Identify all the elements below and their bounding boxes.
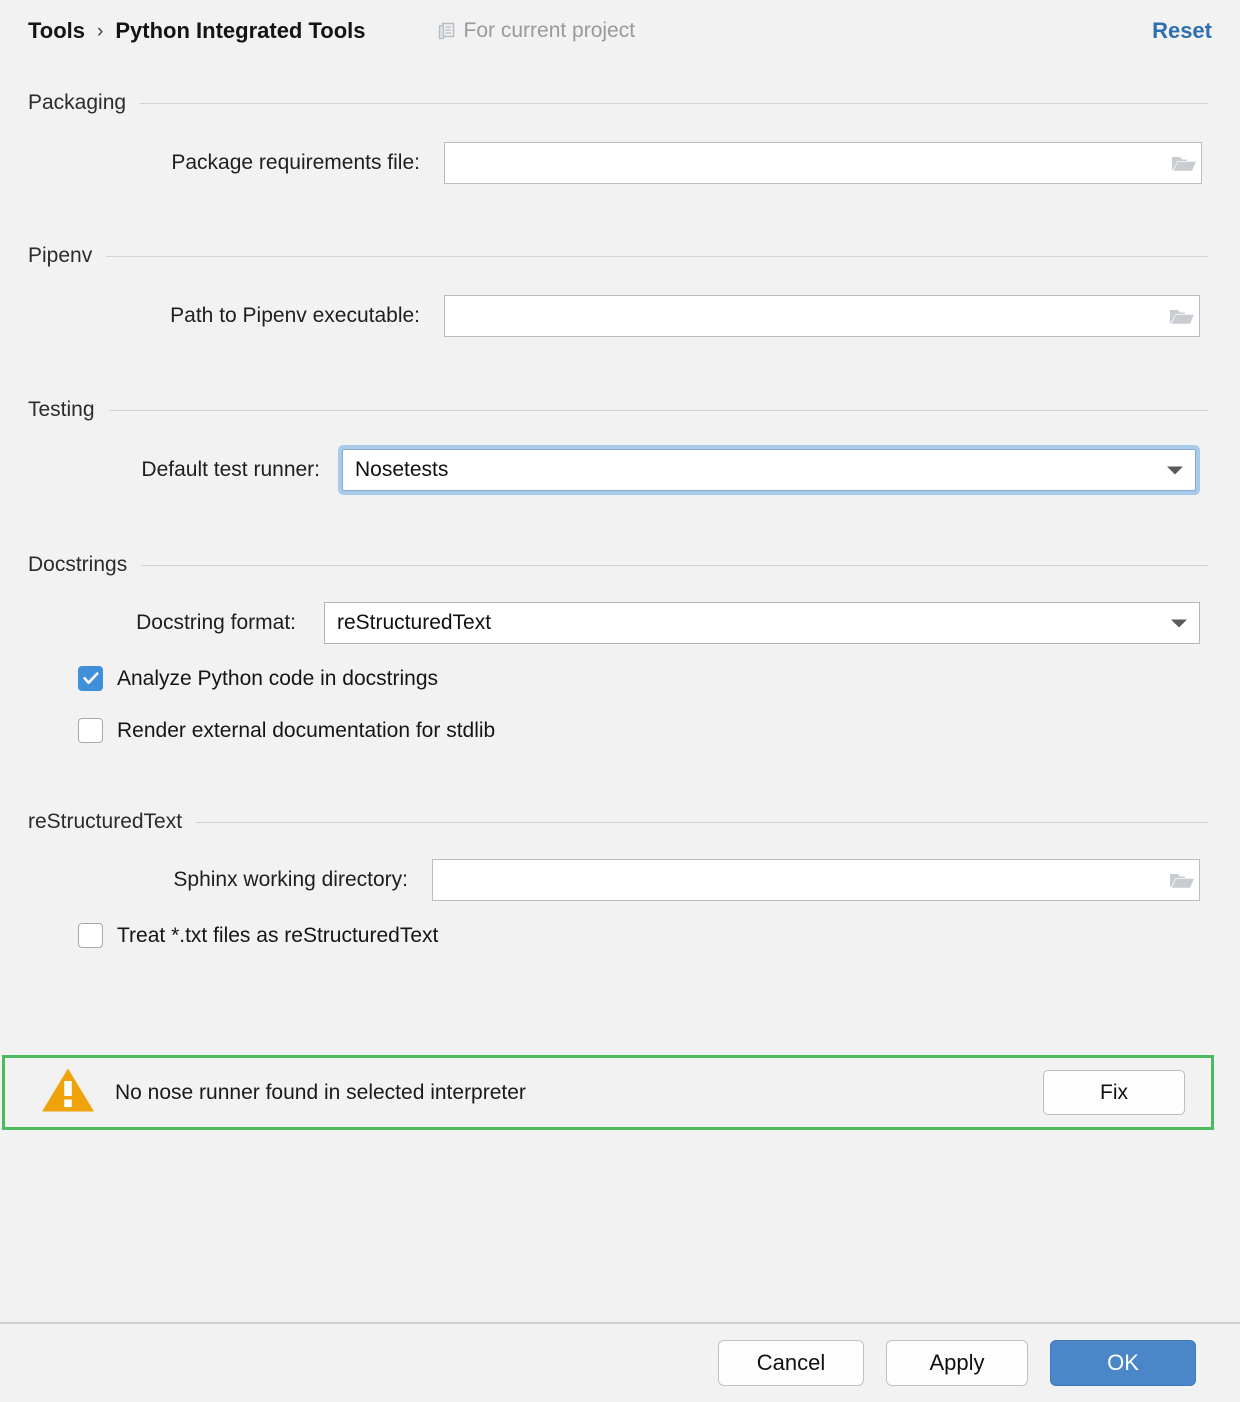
checkbox-render-external-docs-label: Render external documentation for stdlib [117,718,496,742]
section-divider [28,822,1208,823]
chevron-down-icon[interactable] [1159,603,1199,643]
section-restructuredtext-header: reStructuredText [0,807,1240,837]
breadcrumb-separator-icon: › [97,20,104,42]
settings-dialog: Tools › Python Integrated Tools For curr… [0,0,1240,1402]
pipenv-executable-field[interactable] [444,295,1200,337]
folder-icon[interactable] [1167,142,1201,184]
project-scope-icon [438,22,455,40]
warning-banner: No nose runner found in selected interpr… [5,1058,1211,1127]
chevron-down-icon[interactable] [1155,450,1195,490]
default-test-runner-dropdown[interactable]: Nosetests [342,449,1196,491]
checkbox-analyze-python-code[interactable]: Analyze Python code in docstrings [78,666,1240,691]
docstring-format-label: Docstring format: [136,611,296,634]
row-pipenv-executable: Path to Pipenv executable: [0,295,1240,337]
checkbox-analyze-python-code-label: Analyze Python code in docstrings [117,666,439,690]
checkbox-treat-txt-as-rst[interactable]: Treat *.txt files as reStructuredText [78,923,1240,948]
dialog-header: Tools › Python Integrated Tools For curr… [0,0,1240,62]
section-divider [28,256,1208,257]
section-docstrings-header: Docstrings [0,550,1240,580]
folder-icon[interactable] [1165,859,1199,901]
warning-message: No nose runner found in selected interpr… [115,1080,526,1104]
dialog-footer: Cancel Apply OK [0,1324,1240,1402]
section-pipenv-header: Pipenv [0,241,1240,271]
section-pipenv: Pipenv Path to Pipenv executable: [0,241,1240,337]
package-requirements-field[interactable] [444,142,1202,184]
sphinx-working-directory-field[interactable] [432,859,1200,901]
section-testing: Testing Default test runner: Nosetests [0,395,1240,491]
checkbox-treat-txt-as-rst-label: Treat *.txt files as reStructuredText [117,923,439,947]
section-docstrings-title: Docstrings [28,550,142,580]
section-divider [28,565,1208,566]
breadcrumb-leaf: Python Integrated Tools [115,18,366,43]
checkbox-analyze-python-code-box[interactable] [78,666,103,691]
section-packaging: Packaging Package requirements file: [0,88,1240,184]
section-docstrings: Docstrings Docstring format: reStructure… [0,550,1240,743]
breadcrumb-root[interactable]: Tools [28,18,85,44]
row-package-requirements: Package requirements file: [0,142,1240,184]
default-test-runner-label: Default test runner: [141,458,320,481]
row-default-test-runner: Default test runner: Nosetests [0,449,1240,491]
row-docstring-format: Docstring format: reStructuredText [0,602,1240,644]
docstring-format-value: reStructuredText [337,611,492,634]
default-test-runner-value: Nosetests [355,458,449,481]
section-divider [28,103,1208,104]
folder-icon[interactable] [1165,295,1199,337]
pipenv-executable-label: Path to Pipenv executable: [170,304,420,327]
warning-highlight-box: No nose runner found in selected interpr… [2,1055,1214,1130]
fix-button[interactable]: Fix [1043,1070,1185,1115]
checkbox-treat-txt-as-rst-box[interactable] [78,923,103,948]
section-pipenv-title: Pipenv [28,241,107,271]
section-packaging-header: Packaging [0,88,1240,118]
scope-label: For current project [463,19,636,42]
section-restructuredtext-title: reStructuredText [28,807,197,837]
section-testing-header: Testing [0,395,1240,425]
checkbox-render-external-docs-box[interactable] [78,718,103,743]
ok-button[interactable]: OK [1050,1340,1196,1386]
checkbox-render-external-docs[interactable]: Render external documentation for stdlib [78,718,1240,743]
docstring-format-dropdown[interactable]: reStructuredText [324,602,1200,644]
reset-link[interactable]: Reset [1152,18,1212,44]
warning-triangle-icon [41,1067,95,1118]
section-restructuredtext: reStructuredText Sphinx working director… [0,807,1240,948]
section-testing-title: Testing [28,395,109,425]
apply-button[interactable]: Apply [886,1340,1028,1386]
row-sphinx-working-directory: Sphinx working directory: [0,859,1240,901]
cancel-button[interactable]: Cancel [718,1340,864,1386]
sphinx-working-directory-label: Sphinx working directory: [173,868,408,891]
section-packaging-title: Packaging [28,88,141,118]
scope-indicator: For current project [438,19,636,43]
package-requirements-label: Package requirements file: [171,151,420,174]
settings-content: Packaging Package requirements file: Pip… [0,62,1240,1322]
section-divider [28,410,1208,411]
